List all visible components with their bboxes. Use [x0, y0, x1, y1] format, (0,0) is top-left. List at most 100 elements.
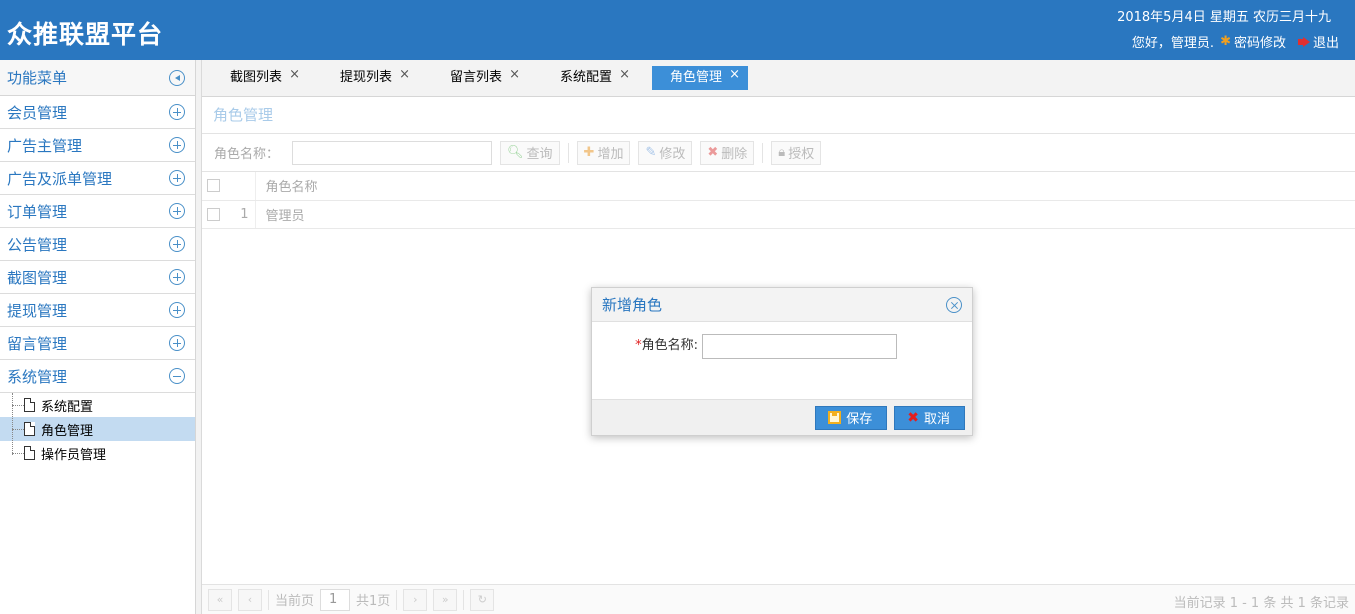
sidebar-item-screenshots[interactable]: 截图管理 [0, 261, 195, 294]
user-bar: 您好，管理员. ✱ 密码修改 退出 [1132, 32, 1339, 51]
tab-role-management[interactable]: 角色管理 × [652, 63, 749, 90]
table-row[interactable]: 1 管理员 [202, 200, 1355, 229]
close-icon[interactable]: × [289, 63, 300, 87]
dialog-title: 新增角色 [602, 296, 663, 314]
tab-label: 截图列表 [230, 70, 283, 85]
expand-icon[interactable] [169, 269, 185, 285]
add-label: 增加 [597, 147, 624, 162]
sidebar-header: 功能菜单 [0, 60, 195, 96]
file-icon [24, 398, 35, 412]
sidebar-subitem-system-config[interactable]: 系统配置 [0, 393, 195, 417]
add-role-dialog: 新增角色 *角色名称: 保存 ✖ 取消 [591, 287, 973, 436]
separator [762, 142, 764, 163]
expand-icon[interactable] [169, 203, 185, 219]
sidebar-subitem-label: 系统配置 [41, 399, 94, 415]
prev-page-button[interactable]: ‹ [238, 588, 262, 611]
sidebar-item-system[interactable]: 系统管理 [0, 360, 195, 393]
tab-label: 系统配置 [560, 70, 613, 85]
edit-label: 修改 [659, 147, 686, 162]
edit-icon: ✎ [645, 145, 657, 160]
search-icon: 🔍︎ [507, 145, 524, 160]
sidebar-item-announcements[interactable]: 公告管理 [0, 228, 195, 261]
sidebar-subitem-roles[interactable]: 角色管理 [0, 417, 195, 441]
table-header-row: 角色名称 [202, 172, 1355, 201]
file-icon [24, 446, 35, 460]
sidebar-item-orders[interactable]: 订单管理 [0, 195, 195, 228]
cancel-icon: ✖ [907, 409, 919, 426]
key-icon: ✱ [1220, 34, 1231, 49]
separator [396, 589, 398, 610]
toolbar: 角色名称： 🔍︎ 查询 ✚ 增加 ✎ 修改 ✖ 删除 🔒︎ 授权 [202, 134, 1355, 172]
delete-icon: ✖ [707, 145, 719, 160]
tab-label: 角色管理 [670, 70, 723, 85]
sidebar-item-member[interactable]: 会员管理 [0, 96, 195, 129]
expand-icon[interactable] [169, 104, 185, 120]
panel-title: 角色管理 [202, 97, 1355, 134]
separator [268, 589, 269, 610]
sidebar-subitem-operators[interactable]: 操作员管理 [0, 441, 195, 465]
save-button[interactable]: 保存 [815, 405, 888, 430]
expand-icon[interactable] [169, 137, 185, 153]
tab-system-config[interactable]: 系统配置 × [542, 66, 638, 90]
change-password-link[interactable]: ✱ 密码修改 [1220, 32, 1286, 51]
edit-button[interactable]: ✎ 修改 [638, 140, 693, 165]
tree-branch [12, 452, 24, 454]
authorize-button[interactable]: 🔒︎ 授权 [771, 140, 822, 165]
sidebar-title: 功能菜单 [7, 69, 68, 87]
collapse-sidebar-icon[interactable] [169, 69, 185, 86]
query-button[interactable]: 🔍︎ 查询 [500, 140, 560, 165]
total-pages-label: 共1页 [356, 594, 391, 609]
dialog-header: 新增角色 [592, 288, 972, 322]
next-page-button[interactable]: › [403, 588, 428, 611]
record-info: 当前记录 1 - 1 条 共 1 条记录 [1173, 596, 1349, 611]
role-name-field[interactable] [702, 334, 897, 359]
last-page-button[interactable]: » [433, 588, 458, 611]
tab-message-list[interactable]: 留言列表 × [432, 66, 528, 90]
close-icon[interactable]: × [509, 63, 520, 87]
close-icon[interactable] [946, 296, 962, 313]
cancel-label: 取消 [923, 412, 950, 427]
role-name-cell: 管理员 [255, 200, 1355, 229]
select-all-checkbox[interactable] [207, 179, 220, 193]
role-name-label-text: 角色名称: [641, 338, 698, 353]
search-label: 角色名称： [214, 147, 280, 162]
cancel-button[interactable]: ✖ 取消 [894, 405, 965, 430]
delete-button[interactable]: ✖ 删除 [700, 140, 755, 165]
tab-screenshot-list[interactable]: 截图列表 × [212, 66, 308, 90]
add-button[interactable]: ✚ 增加 [576, 140, 631, 165]
sidebar-item-label: 会员管理 [7, 103, 68, 122]
row-checkbox[interactable] [207, 207, 220, 221]
roles-table: 角色名称 1 管理员 [202, 172, 1355, 229]
pagination-bar: « ‹ 当前页 1 共1页 › » ↻ 当前记录 1 - 1 条 共 1 条记录 [202, 584, 1355, 614]
tree-branch [12, 404, 24, 406]
sidebar-item-messages[interactable]: 留言管理 [0, 327, 195, 360]
tab-bar: 截图列表 × 提现列表 × 留言列表 × 系统配置 × 角色管理 × [202, 60, 1355, 97]
tab-label: 提现列表 [340, 70, 393, 85]
sidebar-item-ads-dispatch[interactable]: 广告及派单管理 [0, 162, 195, 195]
role-name-search-input[interactable] [292, 140, 492, 165]
close-icon[interactable]: × [729, 63, 740, 87]
close-icon[interactable]: × [619, 63, 630, 87]
dialog-footer: 保存 ✖ 取消 [592, 399, 972, 435]
sidebar-item-withdrawals[interactable]: 提现管理 [0, 294, 195, 327]
refresh-button[interactable]: ↻ [470, 588, 495, 611]
file-icon [24, 422, 35, 436]
logout-link[interactable]: 退出 [1297, 32, 1339, 51]
sidebar-item-advertiser[interactable]: 广告主管理 [0, 129, 195, 162]
sidebar-item-label: 提现管理 [7, 301, 68, 320]
close-icon[interactable]: × [399, 63, 410, 87]
tree-branch [12, 428, 24, 430]
first-page-button[interactable]: « [208, 588, 232, 611]
expand-icon[interactable] [169, 236, 185, 252]
expand-icon[interactable] [169, 335, 185, 351]
row-checkbox-cell [202, 200, 226, 229]
greeting-text: 您好，管理员. [1131, 36, 1215, 51]
logout-label: 退出 [1312, 36, 1339, 51]
sidebar-item-label: 广告主管理 [7, 136, 83, 155]
tab-withdrawal-list[interactable]: 提现列表 × [322, 66, 418, 90]
page-number-input[interactable]: 1 [320, 588, 351, 611]
collapse-icon[interactable] [169, 368, 185, 384]
separator [463, 589, 465, 610]
expand-icon[interactable] [169, 170, 185, 186]
expand-icon[interactable] [169, 302, 185, 318]
